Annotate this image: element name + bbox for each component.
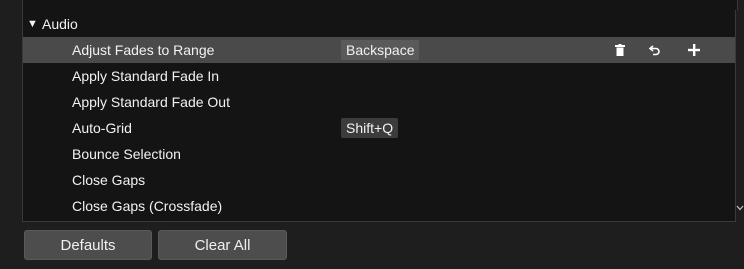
list-top-edge — [22, 0, 738, 10]
key-commands-panel: ▼ Audio Adjust Fades to Range Backspace — [0, 0, 744, 269]
plus-icon[interactable] — [684, 37, 704, 63]
command-row[interactable]: Close Gaps — [23, 167, 735, 193]
shortcut-chip[interactable]: Shift+Q — [341, 118, 399, 138]
defaults-button[interactable]: Defaults — [24, 230, 152, 260]
scroll-down-chevron-icon[interactable] — [735, 201, 744, 215]
command-label: Bounce Selection — [72, 146, 181, 162]
group-header-audio[interactable]: ▼ Audio — [23, 13, 735, 35]
expand-arrow-icon[interactable]: ▼ — [27, 13, 38, 35]
command-label: Close Gaps — [72, 172, 146, 188]
command-label: Close Gaps (Crossfade) — [72, 198, 223, 214]
command-row[interactable]: Apply Standard Fade Out — [23, 89, 735, 115]
command-row[interactable]: Close Gaps (Crossfade) — [23, 193, 735, 219]
shortcut-chip[interactable]: Backspace — [341, 40, 420, 60]
command-label: Adjust Fades to Range — [72, 42, 215, 58]
trash-icon[interactable] — [610, 37, 630, 63]
command-row[interactable]: Adjust Fades to Range Backspace — [23, 37, 735, 63]
commands-list[interactable]: ▼ Audio Adjust Fades to Range Backspace — [22, 10, 736, 222]
clear-all-button[interactable]: Clear All — [158, 230, 287, 260]
undo-icon[interactable] — [645, 37, 665, 63]
command-row[interactable]: Auto-Grid Shift+Q — [23, 115, 735, 141]
command-row[interactable]: Apply Standard Fade In — [23, 63, 735, 89]
command-row[interactable]: Bounce Selection — [23, 141, 735, 167]
command-label: Apply Standard Fade In — [72, 68, 220, 84]
group-label: Audio — [42, 16, 78, 32]
command-label: Apply Standard Fade Out — [72, 94, 230, 110]
command-label: Auto-Grid — [72, 120, 132, 136]
